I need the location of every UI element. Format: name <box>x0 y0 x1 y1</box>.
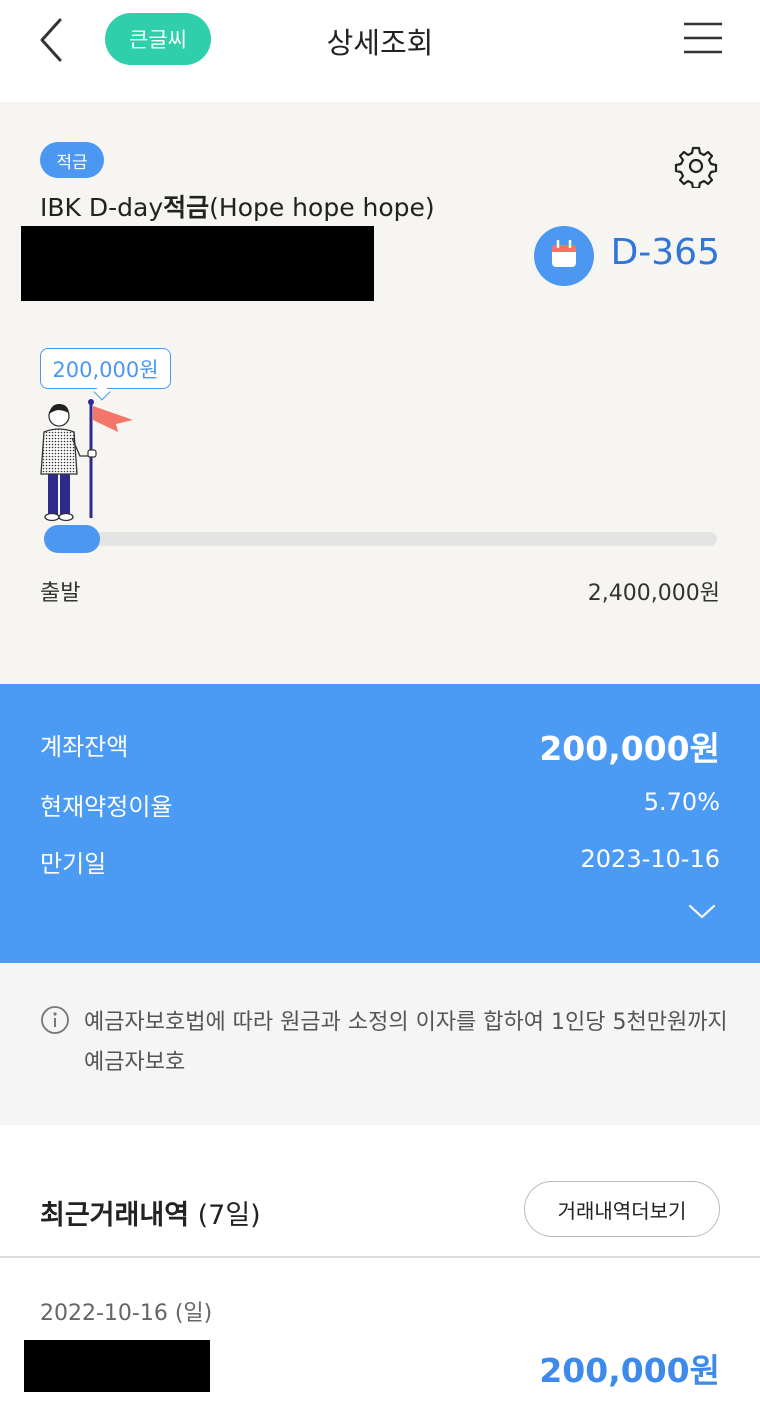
page-title: 상세조회 <box>326 26 434 60</box>
calendar-badge <box>534 226 594 286</box>
account-summary-panel: 계좌잔액 200,000원 현재약정이율 5.70% 만기일 2023-10-1… <box>0 684 760 963</box>
maturity-date-value: 2023-10-16 <box>580 845 720 873</box>
interest-rate-label: 현재약정이율 <box>40 793 173 821</box>
more-transactions-button[interactable]: 거래내역더보기 <box>524 1181 720 1237</box>
progress-start-label: 출발 <box>40 581 81 606</box>
top-app-bar: 큰글씨 상세조회 <box>0 0 760 102</box>
progress-goal-amount: 2,400,000원 <box>587 581 720 606</box>
deposit-protection-notice: 예금자보호법에 따라 원금과 소정의 이자를 합하여 1인당 5천만원까지 예금… <box>0 963 760 1125</box>
savings-progress-bar <box>44 525 717 553</box>
menu-button[interactable] <box>680 18 726 58</box>
interest-rate-value: 5.70% <box>643 788 720 816</box>
divider <box>0 1256 760 1258</box>
savings-progress-fill <box>44 525 100 553</box>
recent-title-bold: 최근거래내역 <box>40 1200 190 1231</box>
transaction-date: 2022-10-16 (일) <box>40 1301 213 1326</box>
calendar-icon <box>552 239 576 267</box>
hamburger-menu-icon <box>684 22 722 54</box>
balance-label: 계좌잔액 <box>40 733 129 761</box>
transaction-amount: 200,000원 <box>539 1351 720 1390</box>
notice-text: 예금자보호법에 따라 원금과 소정의 이자를 합하여 1인당 5천만원까지 예금… <box>84 1010 728 1075</box>
product-name-prefix: IBK D-day <box>40 193 164 222</box>
product-type-badge: 적금 <box>40 142 104 178</box>
recent-title-period: (7일) <box>189 1200 261 1231</box>
chevron-down-icon <box>688 904 716 919</box>
redacted-account-number <box>21 226 374 301</box>
redacted-transaction-description <box>24 1340 210 1392</box>
balance-value: 200,000원 <box>539 729 720 768</box>
product-name-bold: 적금 <box>163 193 210 222</box>
dday-counter: D-365 <box>610 232 720 273</box>
recent-transactions-title: 최근거래내역 (7일) <box>40 1193 261 1232</box>
info-icon <box>41 1006 69 1034</box>
maturity-date-label: 만기일 <box>40 850 107 878</box>
expand-details-button[interactable] <box>686 900 718 922</box>
product-name: IBK D-day적금(Hope hope hope) <box>40 188 435 224</box>
product-name-suffix: (Hope hope hope) <box>209 193 435 222</box>
product-card: 적금 IBK D-day적금(Hope hope hope) D-365 200… <box>0 102 760 684</box>
settings-button[interactable] <box>674 144 718 190</box>
current-amount-bubble: 200,000원 <box>40 348 171 389</box>
person-with-flag-illustration <box>40 399 133 522</box>
gear-icon <box>674 146 718 190</box>
